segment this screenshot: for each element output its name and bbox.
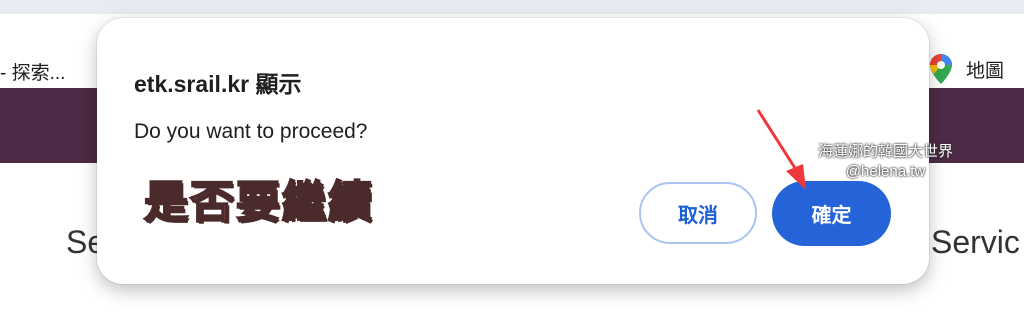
dialog-message: Do you want to proceed? [134, 120, 368, 143]
annotation-text: 是否要繼續 [143, 177, 374, 228]
dialog-title: etk.srail.kr 顯示 [134, 71, 302, 97]
alert-dialog: etk.srail.kr 顯示 Do you want to proceed? … [97, 18, 929, 284]
browser-top-bar [0, 0, 1024, 14]
watermark-line1: 海蓮娜的韓國大世界 [818, 143, 954, 160]
cancel-button[interactable]: 取消 [639, 182, 757, 244]
ok-button[interactable]: 確定 [772, 181, 891, 246]
bookmark-explore[interactable]: - 探索... [0, 58, 65, 85]
bookmark-maps[interactable]: 地圖 [930, 54, 1004, 84]
watermark-line2: @helena.tw [845, 163, 926, 180]
watermark: 海蓮娜的韓國大世界 @helena.tw [818, 142, 953, 182]
background-text-right: Servic [931, 224, 1020, 260]
maps-pin-icon [930, 54, 952, 84]
maps-label: 地圖 [966, 60, 1005, 82]
